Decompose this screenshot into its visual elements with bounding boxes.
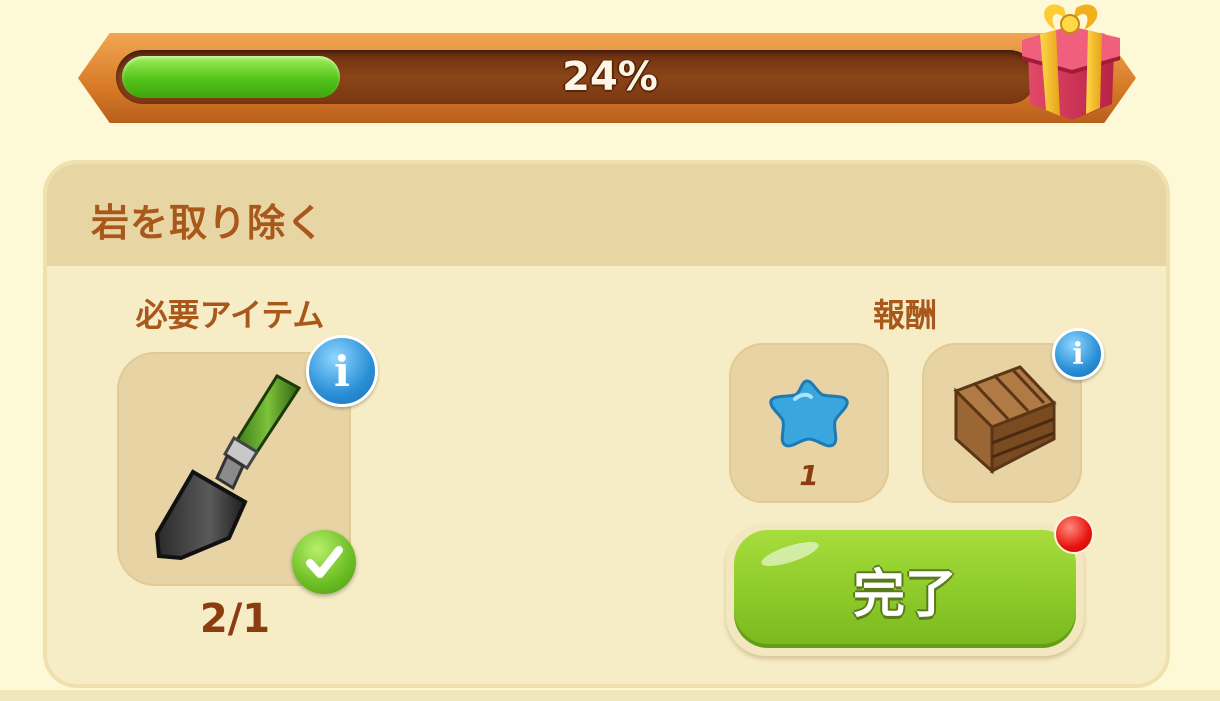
check-icon	[292, 530, 356, 594]
required-item-info-icon[interactable]: i	[306, 335, 378, 407]
task-title: 岩を取り除く	[91, 201, 326, 245]
complete-button-face: 完了	[734, 530, 1076, 648]
required-item-count: 2/1	[199, 596, 271, 642]
button-shine	[758, 537, 822, 571]
required-items-label: 必要アイテム	[135, 296, 325, 334]
reward-crate-info-icon[interactable]: i	[1052, 328, 1104, 380]
complete-button-label: 完了	[852, 564, 957, 625]
notification-dot	[1054, 514, 1094, 554]
reward-slot-star[interactable]: 1	[729, 343, 889, 503]
rewards-label: 報酬	[872, 296, 937, 334]
gift-box-icon[interactable]	[1016, 0, 1124, 122]
bottom-strip	[0, 690, 1220, 701]
complete-button[interactable]: 完了	[726, 524, 1084, 656]
reward-star-count: 1	[799, 459, 819, 492]
